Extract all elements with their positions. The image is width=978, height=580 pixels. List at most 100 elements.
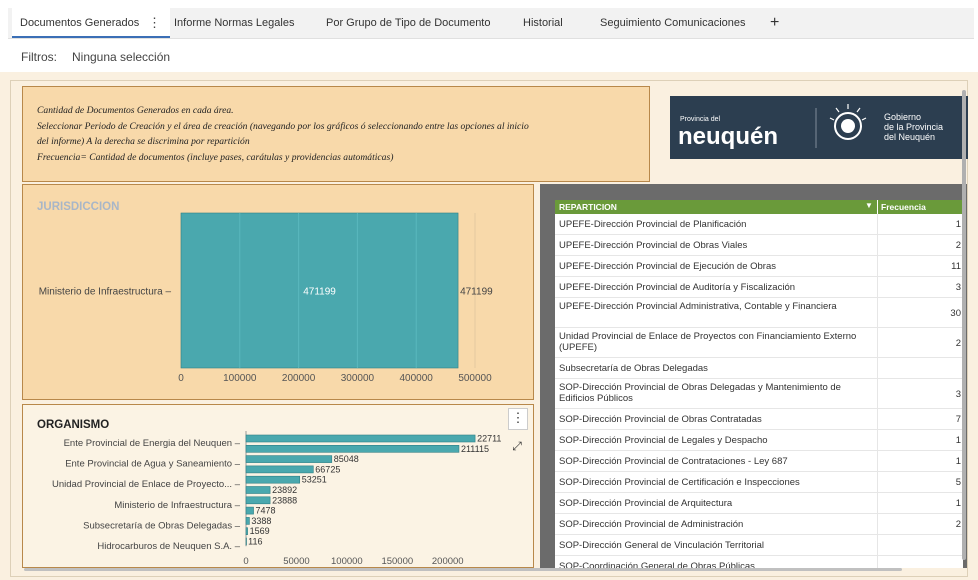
x-tick-label: 0 <box>243 556 248 566</box>
frecuencia-cell: 30 <box>950 308 961 319</box>
bar <box>245 506 254 515</box>
reparticion-cell: SOP-Coordinación General de Obras Públic… <box>559 561 755 568</box>
table-row[interactable]: UPEFE-Dirección Provincial Administrativ… <box>555 298 963 328</box>
x-tick-label: 500000 <box>458 373 492 384</box>
jurisdiccion-panel[interactable]: JURISDICCION 0 100000 200000 300000 400000 50… <box>22 184 534 400</box>
x-tick-label: 100000 <box>223 373 257 384</box>
logo-gov-line: de la Provincia <box>884 122 943 132</box>
table-row[interactable]: UPEFE-Dirección Provincial de Obras Vial… <box>555 235 963 256</box>
bar <box>245 486 271 494</box>
tab-historial[interactable]: Historial <box>523 8 563 38</box>
reparticion-cell: SOP-Dirección Provincial de Certificació… <box>559 477 800 488</box>
tab-label: Documentos Generados <box>20 17 140 29</box>
frecuencia-cell: 11 <box>951 261 961 272</box>
reparticion-cell: SOP-Dirección Provincial de Contratacion… <box>559 456 788 467</box>
header-reparticion[interactable]: REPARTICION <box>559 202 617 212</box>
bar-value-label: 1569 <box>250 526 270 536</box>
filters-bar: Filtros: Ninguna selección <box>0 40 978 72</box>
table-row[interactable]: Subsecretaría de Obras Delegadas <box>555 358 963 379</box>
horizontal-scrollbar[interactable] <box>24 568 902 571</box>
bar-value-label: 85048 <box>334 454 359 464</box>
frecuencia-cell: 5 <box>955 477 961 488</box>
x-tick-label: 0 <box>178 373 184 384</box>
tab-documentos-generados[interactable]: Documentos Generados <box>12 8 170 38</box>
table-header: REPARTICION ▼ Frecuencia <box>555 200 963 214</box>
table-row[interactable]: SOP-Dirección Provincial de Obras Delega… <box>555 379 963 409</box>
expand-icon[interactable]: ⤢ <box>508 436 526 456</box>
y-tick-label: Ente Provincial de Agua y Saneamiento – <box>65 459 241 470</box>
bar <box>245 517 250 525</box>
description-panel: Cantidad de Documentos Generados en cada… <box>22 86 650 182</box>
bar-value-label: 22711 <box>477 434 501 444</box>
bar-value-label: 471199 <box>303 287 336 298</box>
x-tick-label: 150000 <box>381 556 413 566</box>
bar <box>245 527 248 535</box>
y-tick-label: Ministerio de Infraestructura – <box>114 500 240 511</box>
frecuencia-cell: 3 <box>955 389 961 400</box>
tab-strip: Documentos Generados ⋮ Informe Normas Le… <box>8 8 974 39</box>
bar <box>245 444 460 453</box>
table-row[interactable]: SOP-Dirección General de Vinculación Ter… <box>555 535 963 556</box>
x-tick-label: 300000 <box>341 373 375 384</box>
logo-graphic: Provincia del neuquén Gobierno de la Pro… <box>678 104 943 150</box>
logo-gov-line: del Neuquén <box>884 132 935 142</box>
bar-value-label: 23892 <box>272 485 297 495</box>
x-tick-label: 100000 <box>331 556 363 566</box>
bar <box>245 537 247 546</box>
bar-value-label: 53251 <box>302 475 327 485</box>
reparticion-cell: SOP-Dirección General de Vinculación Ter… <box>559 540 765 551</box>
description-line: Seleccionar Periodo de Creación y el áre… <box>37 121 529 132</box>
organismo-chart[interactable]: 22711 Ente Provincial de Energia del Neuq… <box>23 405 532 566</box>
frecuencia-cell: 1 <box>955 219 961 230</box>
table-row[interactable]: SOP-Dirección Provincial de Administraci… <box>555 514 963 535</box>
table-row[interactable]: SOP-Dirección Provincial de Arquitectura… <box>555 493 963 514</box>
logo-gov-line: Gobierno <box>884 112 921 122</box>
table-row[interactable]: SOP-Coordinación General de Obras Públic… <box>555 556 963 568</box>
table-row[interactable]: UPEFE-Dirección Provincial de Planificac… <box>555 214 963 235</box>
y-tick-label: Ente Provincial de Energia del Neuquen – <box>64 438 241 449</box>
bar-value-label: 211115 <box>461 444 489 454</box>
table-row[interactable]: SOP-Dirección Provincial de Certificació… <box>555 472 963 493</box>
y-tick-label: Ministerio de Infraestructura – <box>39 287 172 298</box>
bar-end-label: 471199 <box>460 287 493 298</box>
frecuencia-cell: 1 <box>955 435 961 446</box>
province-seal-icon <box>829 104 867 140</box>
tab-menu-icon[interactable]: ⋮ <box>148 8 161 38</box>
bar-value-label: 3388 <box>251 516 271 526</box>
logo-small-text: Provincia del <box>680 116 721 123</box>
tab-seguimiento-comunicaciones[interactable]: Seguimiento Comunicaciones <box>600 8 746 38</box>
header-frecuencia[interactable]: Frecuencia <box>881 202 926 212</box>
tab-informe-normas-legales[interactable]: Informe Normas Legales <box>174 8 294 38</box>
neuquen-logo: Provincia del neuquén Gobierno de la Pro… <box>670 96 968 159</box>
table-row[interactable]: UPEFE-Dirección Provincial de Auditoría … <box>555 277 963 298</box>
tab-bar: Documentos Generados ⋮ Informe Normas Le… <box>0 0 978 40</box>
frecuencia-cell: 7 <box>955 414 961 425</box>
vertical-scrollbar[interactable] <box>962 90 966 560</box>
reparticion-cell: UPEFE-Dirección Provincial de Obras Vial… <box>559 240 748 251</box>
table-row[interactable]: SOP-Dirección Provincial de Obras Contra… <box>555 409 963 430</box>
reparticion-table: REPARTICION ▼ Frecuencia UPEFE-Dirección… <box>555 200 963 568</box>
reparticion-cell: SOP-Dirección Provincial de Legales y De… <box>559 435 768 446</box>
description-line: Frecuencia= Cantidad de documentos (incl… <box>37 152 394 163</box>
organismo-panel[interactable]: ORGANISMO 22711 Ente Provincial de Energi… <box>22 404 534 568</box>
reparticion-cell: UPEFE-Dirección Provincial Administrativ… <box>559 301 837 312</box>
x-tick-label: 200000 <box>282 373 316 384</box>
reparticion-cell: Subsecretaría de Obras Delegadas <box>559 363 708 374</box>
table-row[interactable]: UPEFE-Dirección Provincial de Ejecución … <box>555 256 963 277</box>
table-row[interactable]: SOP-Dirección Provincial de Legales y De… <box>555 430 963 451</box>
filters-value[interactable]: Ninguna selección <box>72 50 170 64</box>
tab-por-grupo-tipo-documento[interactable]: Por Grupo de Tipo de Documento <box>326 8 490 38</box>
logo-brand-text: neuquén <box>678 123 778 150</box>
description-line: Cantidad de Documentos Generados en cada… <box>37 105 234 116</box>
sort-down-icon[interactable]: ▼ <box>865 201 873 210</box>
table-row[interactable]: SOP-Dirección Provincial de Contratacion… <box>555 451 963 472</box>
frecuencia-cell: 2 <box>955 338 961 349</box>
frecuencia-cell: 3 <box>955 282 961 293</box>
add-tab-icon[interactable]: + <box>770 8 779 38</box>
more-options-button[interactable]: ⋮ <box>508 408 528 430</box>
frecuencia-cell: 1 <box>955 498 961 509</box>
jurisdiccion-chart[interactable]: 0 100000 200000 300000 400000 500000 471199 471… <box>23 185 532 398</box>
table-row[interactable]: Unidad Provincial de Enlace de Proyectos… <box>555 328 963 358</box>
bar <box>245 475 301 484</box>
y-tick-label: Unidad Provincial de Enlace de Proyecto.… <box>52 479 241 490</box>
